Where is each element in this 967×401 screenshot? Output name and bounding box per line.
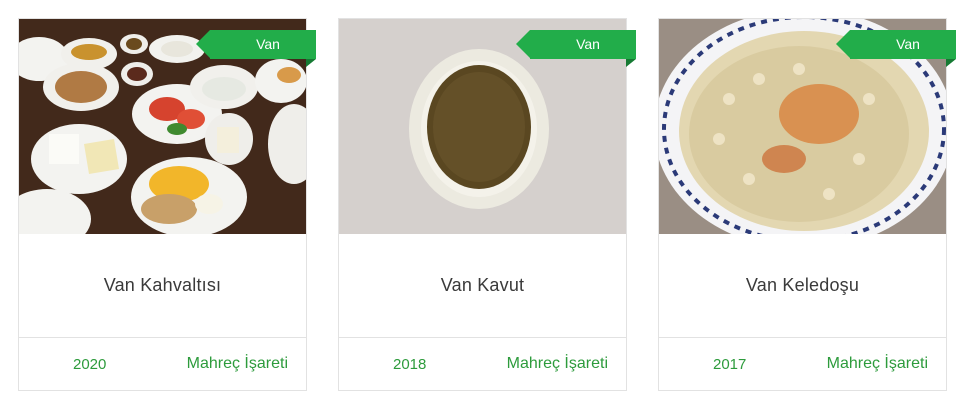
product-title[interactable]: Van Kavut: [339, 234, 626, 337]
product-title[interactable]: Van Kahvaltısı: [19, 234, 306, 337]
indication-type: Mahreç İşareti: [826, 355, 928, 372]
card-footer: 2018 Mahreç İşareti: [339, 337, 626, 390]
region-badge: Van: [196, 30, 316, 67]
registration-year: 2018: [393, 355, 427, 373]
product-card[interactable]: Van Van Kahvaltısı 2020 Mahreç İşareti: [18, 18, 316, 391]
indication-type: Mahreç İşareti: [186, 355, 288, 372]
indication-type: Mahreç İşareti: [506, 355, 608, 372]
region-badge: Van: [516, 30, 636, 67]
region-badge: Van: [836, 30, 956, 67]
product-card[interactable]: Van Van Keledoşu 2017 Mahreç İşareti: [658, 18, 956, 391]
registration-year: 2017: [713, 355, 747, 373]
card-footer: 2017 Mahreç İşareti: [659, 337, 946, 390]
product-title[interactable]: Van Keledoşu: [659, 234, 946, 337]
registration-year: 2020: [73, 355, 107, 373]
product-card[interactable]: Van Van Kavut 2018 Mahreç İşareti: [338, 18, 636, 391]
card-footer: 2020 Mahreç İşareti: [19, 337, 306, 390]
